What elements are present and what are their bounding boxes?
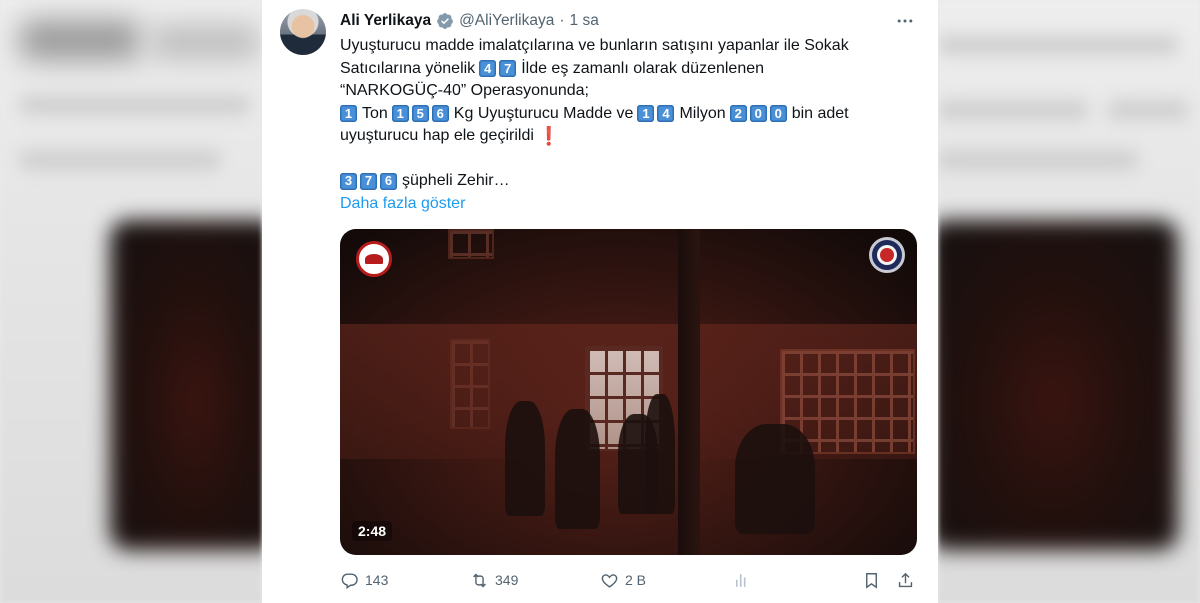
author-name[interactable]: Ali Yerlikaya [340,12,431,30]
tweet-header: Ali Yerlikaya @AliYerlikaya · 1 sa [340,11,599,31]
police-logo-icon [869,237,905,273]
text-segment: Uyuşturucu madde imalatçılarına ve bunla… [340,37,849,54]
tweet-text-line: 1 Ton 1 5 6 Kg Uyuşturucu Madde ve 1 4 M… [340,103,915,126]
jandarma-logo-icon [356,241,392,277]
tweet-text-line: “NARKOGÜÇ-40” Operasyonunda; [340,80,915,103]
separator: · [559,12,565,29]
more-horizontal-icon[interactable] [894,10,916,32]
keycap-digit: 0 [769,105,787,123]
video-player[interactable]: 2:48 [340,229,917,555]
video-duration: 2:48 [352,521,393,541]
keycap-digit: 4 [657,105,675,123]
keycap-digit: 2 [729,105,747,123]
retweet-count: 349 [495,572,519,588]
like-count: 2 B [625,572,647,588]
share-button[interactable] [896,571,915,590]
tweet-actions: 143 349 2 B [340,568,920,592]
like-button[interactable]: 2 B [600,571,646,590]
video-scene-window [450,339,490,429]
retweet-icon [473,573,486,587]
text-segment: Kg Uyuşturucu Madde ve [453,104,634,122]
keycap-number: 1 5 6 [391,105,450,123]
bookmark-icon [866,572,877,589]
keycap-digit: 3 [340,172,357,190]
tweet-text-line: Satıcılarına yönelik 4 7 İlde eş zamanlı… [340,58,915,81]
retweet-button[interactable]: 349 [470,571,518,590]
views-icon [735,573,746,587]
keycap-number: 1 4 [637,105,675,123]
verified-badge-icon [437,13,453,29]
reply-icon [341,572,358,589]
show-more-link[interactable]: Daha fazla göster [340,193,465,216]
keycap-number: 4 7 [479,60,517,78]
keycap-digit: 7 [360,172,377,190]
video-scene-figure [645,394,675,514]
tweet-time[interactable]: 1 sa [570,12,599,30]
video-scene-tree [678,229,700,555]
avatar[interactable] [280,9,326,55]
text-segment: Satıcılarına yönelik [340,59,476,77]
keycap-number: 1 [340,105,358,123]
text-segment: şüpheli Zehir… [402,172,510,189]
keycap-digit: 0 [749,105,767,123]
tweet-text-line: Uyuşturucu madde imalatçılarına ve bunla… [340,35,915,58]
video-scene-figure [555,409,600,529]
heart-icon [601,573,618,588]
keycap-digit: 6 [380,172,397,190]
text-segment: Ton [362,104,388,122]
text-segment: “NARKOGÜÇ-40” Operasyonunda; [340,82,589,99]
keycap-digit: 5 [411,105,429,123]
keycap-digit: 1 [391,105,409,123]
keycap-digit: 1 [637,105,655,123]
tweet-text-line: Daha fazla göster [340,193,915,216]
author-handle[interactable]: @AliYerlikaya [459,12,554,30]
keycap-digit: 7 [499,60,517,78]
background-blur-left [0,0,262,603]
text-segment: bin adet [791,104,849,122]
video-scene-window [448,229,494,259]
video-scene-figure [735,424,815,534]
reply-button[interactable]: 143 [340,571,388,590]
share-icon [898,572,913,587]
keycap-digit: 4 [479,60,497,78]
background-blur-right [938,0,1200,603]
keycap-number: 3 7 6 [340,172,398,190]
text-segment: İlde eş zamanlı olarak düzenlenen [521,59,765,77]
keycap-digit: 1 [340,105,357,123]
bookmark-button[interactable] [862,571,881,590]
video-scene-figure [505,401,545,516]
reply-count: 143 [365,572,389,588]
text-segment: Milyon [679,104,726,122]
tweet-card: Ali Yerlikaya @AliYerlikaya · 1 sa Uyuşt… [262,0,938,603]
tweet-text-line: uyuşturucu hap ele geçirildi ❗ [340,125,915,148]
text-segment: uyuşturucu hap ele geçirildi [340,127,534,144]
exclamation-emoji: ❗ [537,126,561,146]
views-button[interactable] [732,571,751,590]
keycap-digit: 6 [431,105,449,123]
tweet-text: Uyuşturucu madde imalatçılarına ve bunla… [340,35,915,215]
tweet-text-line: 3 7 6 şüpheli Zehir… [340,170,915,193]
keycap-number: 2 0 0 [729,105,788,123]
